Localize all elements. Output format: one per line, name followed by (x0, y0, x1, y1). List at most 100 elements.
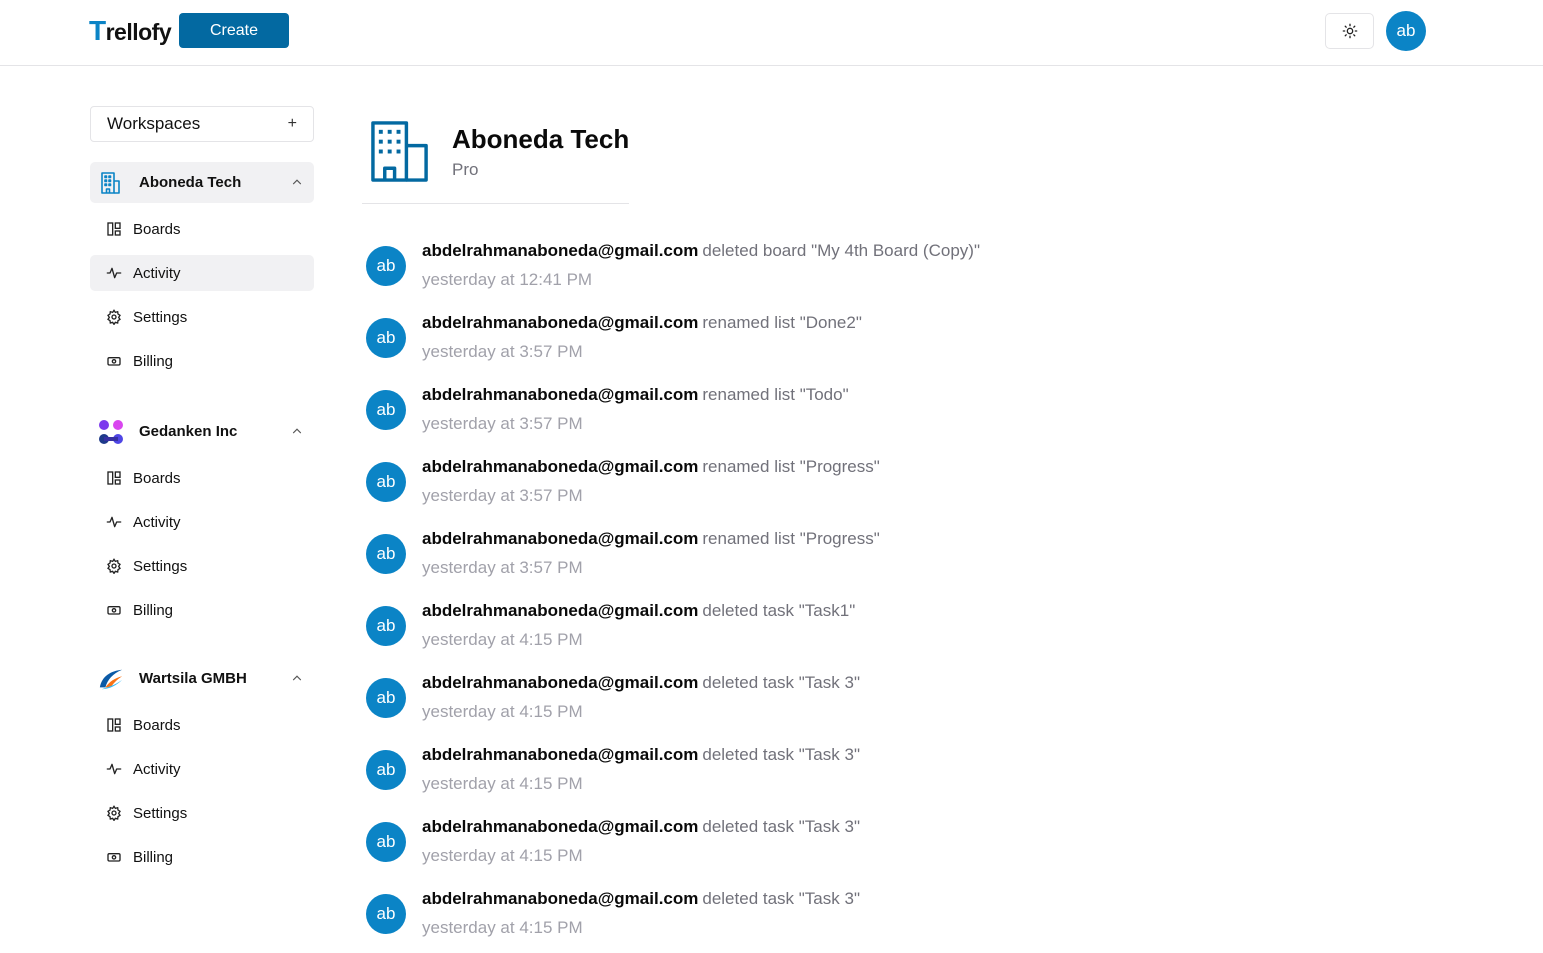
divider (362, 203, 629, 204)
nav-billing[interactable]: Billing (90, 592, 314, 628)
nav-activity[interactable]: Activity (90, 504, 314, 540)
user-avatar: ab (366, 678, 406, 718)
activity-action: deleted board "My 4th Board (Copy)" (702, 241, 980, 260)
activity-action: renamed list "Done2" (702, 313, 862, 332)
workspace-group-gedanken-inc: Gedanken Inc Boards Activity Settings Bi… (90, 411, 314, 628)
nav-billing[interactable]: Billing (90, 343, 314, 379)
nav-label: Boards (133, 220, 181, 238)
activity-action: renamed list "Todo" (702, 385, 849, 404)
activity-text: abdelrahmanaboneda@gmail.com deleted task… (422, 745, 860, 765)
board-icon (105, 221, 122, 238)
nav-boards[interactable]: Boards (90, 460, 314, 496)
user-avatar: ab (366, 606, 406, 646)
activity-user-email: abdelrahmanaboneda@gmail.com (422, 601, 699, 620)
activity-item: ab abdelrahmanaboneda@gmail.com deleted ta… (366, 600, 1166, 672)
activity-icon (105, 265, 122, 282)
user-avatar: ab (366, 894, 406, 934)
activity-text: abdelrahmanaboneda@gmail.com deleted task… (422, 601, 855, 621)
workspace-toggle-wartsila-gmbh[interactable]: Wartsila GMBH (90, 658, 314, 699)
nav-settings[interactable]: Settings (90, 548, 314, 584)
nav-label: Boards (133, 469, 181, 487)
activity-timestamp: yesterday at 12:41 PM (422, 270, 593, 289)
activity-action: deleted task "Task 3" (702, 889, 860, 908)
add-workspace-button[interactable]: + (288, 115, 297, 133)
activity-item: ab abdelrahmanaboneda@gmail.com renamed li… (366, 528, 1166, 600)
top-navbar: Trellofy Create ab (0, 0, 1543, 66)
settings-icon (105, 309, 122, 326)
user-avatar[interactable]: ab (1386, 11, 1426, 51)
nav-label: Activity (133, 760, 181, 778)
nav-settings[interactable]: Settings (90, 795, 314, 831)
activity-action: deleted task "Task 3" (702, 673, 860, 692)
activity-timestamp: yesterday at 4:15 PM (422, 918, 583, 937)
workspace-toggle-gedanken-inc[interactable]: Gedanken Inc (90, 411, 314, 452)
activity-timestamp: yesterday at 3:57 PM (422, 558, 583, 577)
activity-item: ab abdelrahmanaboneda@gmail.com deleted ta… (366, 888, 1166, 953)
activity-action: renamed list "Progress" (702, 457, 880, 476)
chevron-up-icon (292, 428, 302, 434)
activity-item: ab abdelrahmanaboneda@gmail.com deleted ta… (366, 672, 1166, 744)
nav-label: Billing (133, 848, 174, 866)
activity-item: ab abdelrahmanaboneda@gmail.com renamed li… (366, 384, 1166, 456)
activity-icon (105, 514, 122, 531)
building-icon (371, 121, 428, 182)
workspace-toggle-aboneda-tech[interactable]: Aboneda Tech (90, 162, 314, 203)
activity-text: abdelrahmanaboneda@gmail.com deleted boar… (422, 241, 980, 261)
billing-icon (105, 353, 122, 370)
nav-boards[interactable]: Boards (90, 707, 314, 743)
activity-action: deleted task "Task 3" (702, 817, 860, 836)
activity-action: renamed list "Progress" (702, 529, 880, 548)
nav-settings[interactable]: Settings (90, 299, 314, 335)
nav-billing[interactable]: Billing (90, 839, 314, 875)
activity-list: ab abdelrahmanaboneda@gmail.com deleted bo… (366, 240, 1166, 953)
nav-boards[interactable]: Boards (90, 211, 314, 247)
board-icon (105, 717, 122, 734)
sun-icon (1342, 23, 1357, 39)
building-icon (98, 170, 124, 196)
nav-label: Activity (133, 513, 181, 531)
activity-text: abdelrahmanaboneda@gmail.com renamed list… (422, 457, 880, 477)
workspace-group-aboneda-tech: Aboneda Tech Boards Activity Settings Bi… (90, 162, 314, 379)
nav-activity[interactable]: Activity (90, 255, 314, 291)
app-logo[interactable]: Trellofy (89, 15, 172, 47)
user-avatar: ab (366, 750, 406, 790)
activity-item: ab abdelrahmanaboneda@gmail.com deleted ta… (366, 744, 1166, 816)
billing-icon (105, 849, 122, 866)
activity-user-email: abdelrahmanaboneda@gmail.com (422, 889, 699, 908)
molecule-logo-icon (98, 419, 124, 445)
activity-timestamp: yesterday at 4:15 PM (422, 846, 583, 865)
nav-label: Settings (133, 308, 188, 326)
theme-toggle-button[interactable] (1325, 13, 1374, 49)
activity-icon (105, 761, 122, 778)
workspace-name: Aboneda Tech (139, 174, 242, 191)
activity-text: abdelrahmanaboneda@gmail.com deleted task… (422, 673, 860, 693)
settings-icon (105, 558, 122, 575)
chevron-up-icon (292, 675, 302, 681)
user-avatar: ab (366, 390, 406, 430)
activity-action: deleted task "Task 3" (702, 745, 860, 764)
user-avatar: ab (366, 246, 406, 286)
nav-label: Settings (133, 804, 188, 822)
activity-user-email: abdelrahmanaboneda@gmail.com (422, 241, 699, 260)
activity-user-email: abdelrahmanaboneda@gmail.com (422, 529, 699, 548)
logo-text: rellofy (105, 19, 172, 45)
logo-initial: T (89, 15, 106, 46)
activity-item: ab abdelrahmanaboneda@gmail.com deleted bo… (366, 240, 1166, 312)
billing-icon (105, 602, 122, 619)
board-icon (105, 470, 122, 487)
create-button[interactable]: Create (179, 13, 289, 48)
activity-user-email: abdelrahmanaboneda@gmail.com (422, 385, 699, 404)
activity-timestamp: yesterday at 3:57 PM (422, 486, 583, 505)
activity-user-email: abdelrahmanaboneda@gmail.com (422, 313, 699, 332)
nav-label: Settings (133, 557, 188, 575)
activity-text: abdelrahmanaboneda@gmail.com renamed list… (422, 385, 849, 405)
activity-user-email: abdelrahmanaboneda@gmail.com (422, 817, 699, 836)
activity-item: ab abdelrahmanaboneda@gmail.com deleted ta… (366, 816, 1166, 888)
nav-activity[interactable]: Activity (90, 751, 314, 787)
activity-user-email: abdelrahmanaboneda@gmail.com (422, 457, 699, 476)
activity-text: abdelrahmanaboneda@gmail.com deleted task… (422, 889, 860, 909)
activity-text: abdelrahmanaboneda@gmail.com renamed list… (422, 529, 880, 549)
activity-timestamp: yesterday at 4:15 PM (422, 774, 583, 793)
activity-item: ab abdelrahmanaboneda@gmail.com renamed li… (366, 456, 1166, 528)
activity-action: deleted task "Task1" (702, 601, 856, 620)
